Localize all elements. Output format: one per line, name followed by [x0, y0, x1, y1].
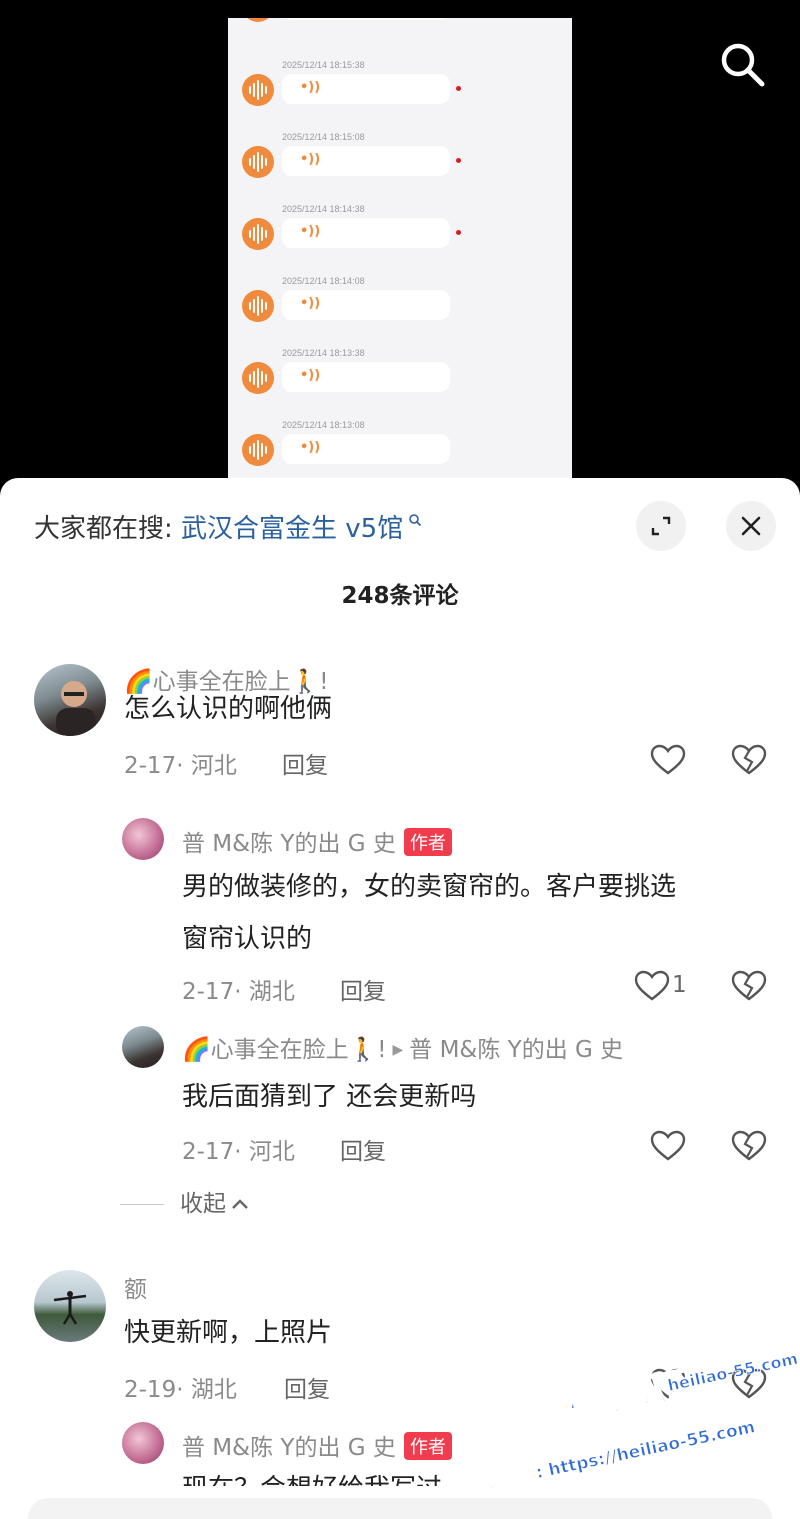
comment-input-bar[interactable] [28, 1498, 772, 1519]
voice-wave-icon: •)) [300, 80, 321, 95]
search-suggestion[interactable]: 大家都在搜: 武汉合富金生 v5馆 [34, 508, 422, 545]
voice-bubble: •)) [282, 18, 450, 20]
voice-avatar-icon [242, 146, 274, 178]
search-small-icon [403, 514, 421, 531]
close-icon [741, 516, 761, 536]
expand-button[interactable] [636, 501, 686, 551]
voice-bubble: •)) [282, 74, 450, 104]
comment-sheet: 大家都在搜: 武汉合富金生 v5馆 248条评论 🌈心事全在脸上🚶! 怎么认识的… [0, 478, 800, 1519]
voice-message-time: 2025/12/14 18:13:38 [282, 348, 365, 358]
avatar[interactable] [34, 664, 106, 736]
collapse-replies-button[interactable]: 收起 [120, 1184, 250, 1218]
comment-meta: 2-17· 河北 [182, 1139, 295, 1165]
voice-message-row: 2025/12/14 18:14:38 •)) [228, 204, 572, 276]
reply-button[interactable]: 回复 [284, 1370, 330, 1404]
search-hint-keyword[interactable]: 武汉合富金生 v5馆 [181, 514, 403, 544]
voice-bubble: •)) [282, 146, 450, 176]
voice-wave-icon: •)) [300, 152, 321, 167]
reply-button[interactable]: 回复 [282, 746, 328, 780]
voice-avatar-icon [242, 18, 274, 22]
divider-line [120, 1204, 164, 1205]
comment-meta: 2-19· 湖北 [124, 1377, 237, 1403]
comment-count: 248条评论 [341, 583, 459, 609]
voice-avatar-icon [242, 74, 274, 106]
comment-text-line-1: 男的做装修的，女的卖窗帘的。客户要挑选 [182, 872, 677, 902]
voice-message-time: 2025/12/14 18:14:08 [282, 276, 365, 286]
comment-username[interactable]: 普 M&陈 Y的出 G 史作者 [182, 824, 452, 858]
voice-avatar-icon [242, 290, 274, 322]
voice-message-row: 2025/12/14 18:15:38 •)) [228, 60, 572, 132]
voice-wave-icon: •)) [300, 296, 321, 311]
voice-wave-icon: •)) [300, 368, 321, 383]
voice-message-row: •)) [228, 18, 572, 48]
chevron-up-icon [232, 1199, 248, 1209]
voice-bubble: •)) [282, 434, 450, 464]
reply-button[interactable]: 回复 [340, 972, 386, 1006]
voice-message-row: 2025/12/14 18:13:38 •)) [228, 348, 572, 420]
like-count: 1 [672, 972, 687, 998]
like-icon[interactable] [650, 1368, 686, 1400]
voice-message-row: 2025/12/14 18:15:08 •)) [228, 132, 572, 204]
voice-message-time: 2025/12/14 18:15:38 [282, 60, 365, 70]
unread-dot [456, 158, 461, 163]
reply-button[interactable]: 回复 [340, 1132, 386, 1166]
voice-message-time: 2025/12/14 18:14:38 [282, 204, 365, 214]
avatar[interactable] [122, 1422, 164, 1464]
like-icon[interactable] [650, 744, 686, 776]
comment-meta: 2-17· 湖北 [182, 979, 295, 1005]
expand-icon [651, 516, 671, 536]
author-badge: 作者 [403, 1432, 452, 1460]
comment-username[interactable]: 普 M&陈 Y的出 G 史作者 [182, 1428, 452, 1462]
comment-text: 现在？会想好给我写过 [182, 1466, 442, 1486]
reply-arrow-icon: ▶ [392, 1042, 404, 1058]
username-text: 普 M&陈 Y的出 G 史 [182, 1435, 396, 1461]
unread-dot [456, 86, 461, 91]
dislike-icon[interactable] [731, 1130, 767, 1162]
voice-message-row: 2025/12/14 18:14:08 •)) [228, 276, 572, 348]
comment-text-line-2: 窗帘认识的 [182, 924, 313, 954]
voice-avatar-icon [242, 362, 274, 394]
voice-avatar-icon [242, 434, 274, 466]
voice-message-time: 2025/12/14 18:15:08 [282, 132, 365, 142]
dislike-icon[interactable] [731, 744, 767, 776]
username-text: 普 M&陈 Y的出 G 史 [182, 831, 396, 857]
search-button[interactable] [716, 38, 768, 90]
voice-wave-icon: •)) [300, 440, 321, 455]
username-text: 🌈心事全在脸上🚶! [182, 1037, 387, 1063]
comment-text: 快更新啊，上照片 [124, 1318, 333, 1348]
voice-message-time: 2025/12/14 18:13:08 [282, 420, 365, 430]
voice-wave-icon: •)) [300, 224, 321, 239]
avatar[interactable] [122, 818, 164, 860]
voice-bubble: •)) [282, 218, 450, 248]
comment-text: 怎么认识的啊他俩 [124, 694, 333, 724]
author-badge: 作者 [403, 828, 452, 856]
avatar[interactable] [122, 1026, 164, 1068]
chat-screenshot: •))2025/12/14 18:15:38•))2025/12/14 18:1… [228, 18, 572, 488]
reply-to-username[interactable]: 普 M&陈 Y的出 G 史 [409, 1037, 623, 1063]
dislike-icon[interactable] [731, 1368, 767, 1400]
avatar[interactable] [34, 1270, 106, 1342]
like-icon[interactable] [634, 970, 670, 1002]
search-hint-prefix: 大家都在搜: [34, 514, 173, 544]
comment-username[interactable]: 🌈心事全在脸上🚶! ▶ 普 M&陈 Y的出 G 史 [182, 1030, 623, 1064]
collapse-label: 收起 [180, 1191, 226, 1217]
unread-dot [456, 230, 461, 235]
video-player[interactable]: •))2025/12/14 18:15:38•))2025/12/14 18:1… [0, 0, 800, 500]
comment-username[interactable]: 额 [124, 1270, 147, 1304]
voice-bubble: •)) [282, 362, 450, 392]
comment-meta: 2-17· 河北 [124, 753, 237, 779]
like-icon[interactable] [650, 1130, 686, 1162]
dislike-icon[interactable] [731, 970, 767, 1002]
voice-avatar-icon [242, 218, 274, 250]
comment-text: 我后面猜到了 还会更新吗 [182, 1082, 477, 1112]
voice-bubble: •)) [282, 290, 450, 320]
close-button[interactable] [726, 501, 776, 551]
search-icon [721, 43, 765, 87]
